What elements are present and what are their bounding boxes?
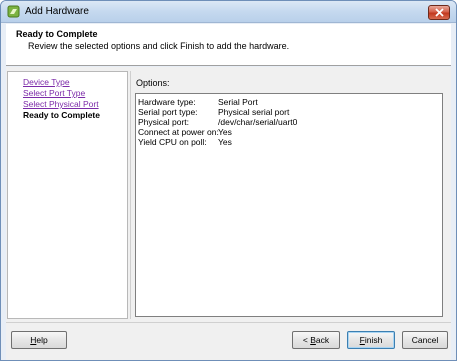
cancel-button[interactable]: Cancel bbox=[402, 331, 448, 349]
close-icon bbox=[434, 8, 444, 17]
wizard-header: Ready to Complete Review the selected op… bbox=[6, 24, 451, 66]
window-title: Add Hardware bbox=[25, 6, 89, 17]
option-value: Yes bbox=[218, 127, 232, 137]
wizard-steps-nav: Device Type Select Port Type Select Phys… bbox=[7, 71, 128, 319]
page-title: Ready to Complete bbox=[16, 29, 98, 39]
add-hardware-dialog: Add Hardware Ready to Complete Review th… bbox=[0, 0, 457, 361]
option-key: Physical port: bbox=[138, 117, 190, 127]
step-select-port-type[interactable]: Select Port Type bbox=[23, 88, 85, 98]
option-value: /dev/char/serial/uart0 bbox=[218, 117, 298, 127]
wizard-content: Device Type Select Port Type Select Phys… bbox=[6, 67, 451, 322]
option-key: Yield CPU on poll: bbox=[138, 137, 207, 147]
option-key: Hardware type: bbox=[138, 97, 196, 107]
step-ready-to-complete: Ready to Complete bbox=[23, 110, 100, 120]
title-bar[interactable]: Add Hardware bbox=[1, 1, 456, 23]
summary-pane: Options: Hardware type: Serial Port Seri… bbox=[130, 71, 450, 319]
option-value: Serial Port bbox=[218, 97, 258, 107]
back-button[interactable]: < Back bbox=[292, 331, 340, 349]
options-label: Options: bbox=[136, 78, 170, 88]
back-prefix: < bbox=[302, 335, 311, 345]
option-key: Serial port type: bbox=[138, 107, 198, 117]
option-value: Physical serial port bbox=[218, 107, 290, 117]
step-device-type[interactable]: Device Type bbox=[23, 77, 70, 87]
help-button[interactable]: Help bbox=[11, 331, 67, 349]
finish-button[interactable]: Finish bbox=[347, 331, 395, 349]
wizard-footer: Help < Back Finish Cancel bbox=[6, 322, 451, 360]
step-select-physical-port[interactable]: Select Physical Port bbox=[23, 99, 99, 109]
options-summary-box: Hardware type: Serial Port Serial port t… bbox=[135, 93, 443, 317]
close-button[interactable] bbox=[428, 5, 450, 20]
help-label-rest: elp bbox=[36, 335, 48, 345]
back-label-rest: ack bbox=[315, 335, 330, 345]
page-subtitle: Review the selected options and click Fi… bbox=[28, 41, 290, 51]
option-key: Connect at power on: bbox=[138, 127, 219, 137]
app-icon bbox=[7, 5, 20, 18]
option-value: Yes bbox=[218, 137, 232, 147]
finish-label-rest: inish bbox=[364, 335, 383, 345]
